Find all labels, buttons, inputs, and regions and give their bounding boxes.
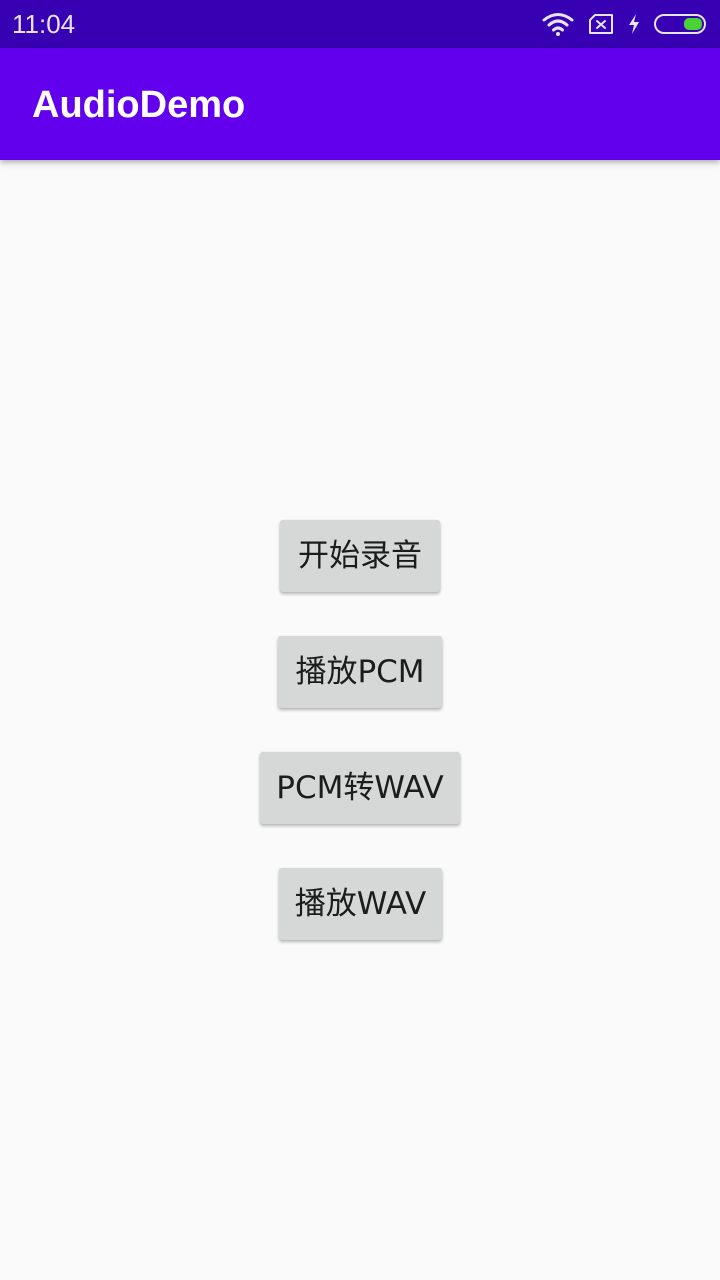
status-icons — [542, 10, 708, 38]
start-recording-button[interactable]: 开始录音 — [280, 520, 440, 592]
battery-icon — [654, 13, 708, 35]
app-title: AudioDemo — [32, 84, 246, 126]
status-bar: 11:04 — [0, 0, 720, 48]
charging-bolt-icon — [628, 13, 640, 35]
status-time: 11:04 — [12, 9, 76, 39]
sim-x-icon — [588, 13, 614, 35]
wifi-icon — [542, 12, 574, 36]
play-pcm-button[interactable]: 播放PCM — [278, 636, 442, 708]
pcm-to-wav-button[interactable]: PCM转WAV — [260, 752, 460, 824]
main-content: 开始录音 播放PCM PCM转WAV 播放WAV — [0, 160, 720, 1280]
play-wav-button[interactable]: 播放WAV — [279, 868, 442, 940]
app-bar: AudioDemo — [0, 48, 720, 160]
